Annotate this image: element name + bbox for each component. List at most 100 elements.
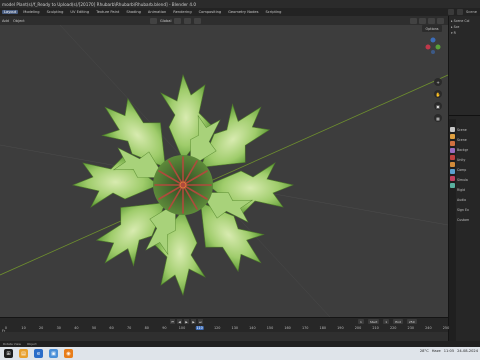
pan-hand-icon[interactable]: ✋ xyxy=(434,90,442,98)
rhubarb-plant[interactable] xyxy=(71,73,295,297)
timeline-tick: 140 xyxy=(249,326,256,330)
blender-icon[interactable]: ◉ xyxy=(64,349,73,358)
object-tab-icon[interactable] xyxy=(450,162,455,167)
outliner-row-label: R xyxy=(453,31,456,35)
timeline-tick: 100 xyxy=(178,326,186,330)
tab-animation[interactable]: Animation xyxy=(146,10,168,14)
timeline-tick: 160 xyxy=(284,326,291,330)
tab-texture-paint[interactable]: Texture Paint xyxy=(94,10,121,14)
pivot-icon[interactable] xyxy=(174,17,182,24)
solid-shading-icon[interactable] xyxy=(428,17,435,24)
tool-tab-icon[interactable] xyxy=(450,127,455,132)
scene-tab-icon[interactable] xyxy=(450,148,455,153)
add-workspace-icon[interactable] xyxy=(448,9,455,15)
prop-row[interactable]: Comp xyxy=(457,165,480,175)
scene-name[interactable]: Scene xyxy=(466,10,477,14)
3d-viewport[interactable]: Options + ✋ ▣ ▦ xyxy=(0,25,448,317)
prop-row[interactable]: Audio xyxy=(457,195,480,205)
data-tab-icon[interactable] xyxy=(450,183,455,188)
prop-row: Scene xyxy=(457,128,467,132)
output-tab-icon[interactable] xyxy=(450,141,455,146)
tab-uv-editing[interactable]: UV Editing xyxy=(68,10,91,14)
xray-icon[interactable] xyxy=(419,17,426,24)
add-menu[interactable]: Add xyxy=(2,19,9,23)
timeline-tick: 0 xyxy=(4,326,8,330)
material-shading-icon[interactable] xyxy=(437,17,444,24)
options-button[interactable]: Options xyxy=(422,25,442,32)
tab-rendering[interactable]: Rendering xyxy=(171,10,193,14)
jump-start-icon[interactable]: ⏮ xyxy=(170,319,175,324)
collection-icon: ▸ xyxy=(451,25,453,29)
camera-view-icon[interactable]: ▣ xyxy=(434,102,442,110)
prop-row[interactable]: Simula xyxy=(457,175,480,185)
properties-content: Scene Scene Backgr Unity Comp Simula Rig… xyxy=(457,125,480,225)
tab-scripting[interactable]: Scripting xyxy=(263,10,283,14)
timeline-tick: 180 xyxy=(319,326,327,330)
outliner-row[interactable]: ▾ R xyxy=(451,30,478,36)
perspective-toggle-icon[interactable]: ▦ xyxy=(434,114,442,122)
render-tab-icon[interactable] xyxy=(450,134,455,139)
tab-geometry-nodes[interactable]: Geometry Nodes xyxy=(226,10,260,14)
prop-row[interactable]: Custom xyxy=(457,215,480,225)
timeline-tick: 80 xyxy=(144,326,149,330)
prop-row[interactable]: Backgr xyxy=(457,145,480,155)
browser-icon[interactable]: e xyxy=(34,349,43,358)
timeline-tick: 30 xyxy=(56,326,61,330)
timeline-header: ⏮ ◀ ▶ ▶ ⏭ 1 Start 1 End 250 xyxy=(0,318,448,326)
end-frame-field[interactable]: 250 xyxy=(406,319,417,324)
grid-floor xyxy=(0,25,448,317)
tab-layout[interactable]: Layout xyxy=(2,10,19,14)
window-titlebar: model Plant(s)/f_Ready to Upload(s)/[201… xyxy=(0,0,480,8)
timeline-label: Fr xyxy=(2,329,6,333)
transform-orientation[interactable]: Global xyxy=(160,19,171,23)
timeline-tick: 70 xyxy=(127,326,132,330)
start-menu-icon[interactable]: ⊞ xyxy=(4,349,13,358)
timeline-tick: 60 xyxy=(109,326,114,330)
clock-date[interactable]: 24-08-2024 xyxy=(457,349,478,353)
tab-sculpting[interactable]: Sculpting xyxy=(45,10,66,14)
prev-keyframe-icon[interactable]: ◀ xyxy=(177,319,182,324)
outliner-row-label: Scene Col xyxy=(453,19,470,23)
photos-icon[interactable]: ▣ xyxy=(49,349,58,358)
world-tab-icon[interactable] xyxy=(450,155,455,160)
timeline-tick: 40 xyxy=(74,326,79,330)
object-menu[interactable]: Object xyxy=(13,19,25,23)
timeline-tick: 90 xyxy=(162,326,167,330)
clock-time[interactable]: 11:05 xyxy=(444,349,454,353)
playback-controls: ⏮ ◀ ▶ ▶ ⏭ xyxy=(170,319,203,324)
zoom-icon[interactable]: + xyxy=(434,78,442,86)
tab-modeling[interactable]: Modeling xyxy=(21,10,41,14)
next-keyframe-icon[interactable]: ▶ xyxy=(191,319,196,324)
status-hint: Rotate View xyxy=(3,342,21,346)
overlay-icon[interactable] xyxy=(410,17,417,24)
system-tray: 28°C Haze 11:05 24-08-2024 xyxy=(420,349,478,353)
snap-icon[interactable] xyxy=(184,17,192,24)
prop-row[interactable]: Scene xyxy=(457,135,480,145)
start-frame-field[interactable]: 1 xyxy=(383,319,390,324)
window-title: model Plant(s)/f_Ready to Upload(s)/[201… xyxy=(2,1,197,7)
prop-row[interactable]: Rigid xyxy=(457,185,480,195)
play-icon[interactable]: ▶ xyxy=(184,319,189,324)
tab-shading[interactable]: Shading xyxy=(124,10,143,14)
jump-end-icon[interactable]: ⏭ xyxy=(198,319,203,324)
end-label: End xyxy=(393,319,403,324)
outliner: ▸ Scene Col ▸ Sce ▾ R xyxy=(449,16,480,116)
navigation-gizmo[interactable] xyxy=(425,37,441,55)
modifier-tab-icon[interactable] xyxy=(450,169,455,174)
prop-row[interactable]: Unity xyxy=(457,155,480,165)
current-frame-field[interactable]: 1 xyxy=(358,319,364,324)
file-explorer-icon[interactable]: ▤ xyxy=(19,349,28,358)
timeline-tick: 10 xyxy=(21,326,26,330)
workspace-menubar: Layout Modeling Sculpting UV Editing Tex… xyxy=(0,8,480,16)
shading-controls xyxy=(410,17,444,24)
timeline-tick: 250 xyxy=(442,326,450,330)
material-tab-icon[interactable] xyxy=(450,176,455,181)
timeline-editor: ⏮ ◀ ▶ ▶ ⏭ 1 Start 1 End 250 0 10 20 30 40 50 6… xyxy=(0,317,450,342)
timeline-tick: 230 xyxy=(407,326,415,330)
proportional-icon[interactable] xyxy=(194,17,202,24)
tab-compositing[interactable]: Compositing xyxy=(197,10,224,14)
orientation-icon[interactable] xyxy=(150,17,157,24)
timeline-tick: 50 xyxy=(91,326,97,330)
scene-icon[interactable] xyxy=(457,9,464,15)
prop-row[interactable]: Sign Ex xyxy=(457,205,480,215)
